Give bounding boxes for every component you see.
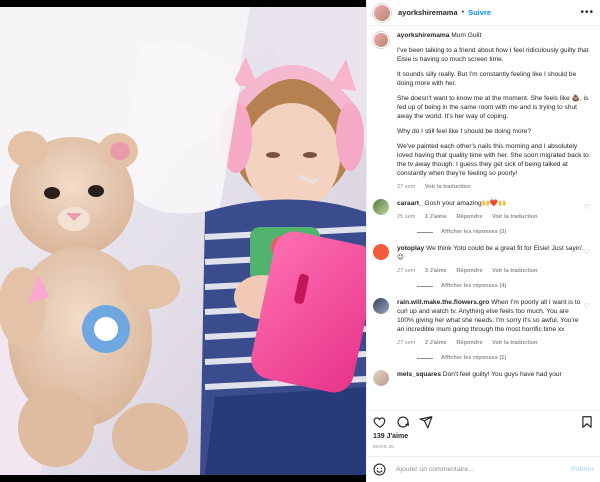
comment-likes[interactable]: 2 J'aime: [425, 340, 447, 346]
reply-button[interactable]: Répondre: [456, 214, 482, 220]
post-header: ayorkshiremama • Suivre •••: [367, 0, 600, 26]
replies-line: [417, 357, 433, 359]
comment-time: 25 sem: [397, 214, 416, 220]
comment-text-block: mels_squares Don't feel guilty! You guys…: [397, 370, 585, 379]
view-replies-label: Afficher les réponses (1): [441, 355, 507, 361]
comment-item: caraart_ Gosh your amazing🙌❤️🙌 25 sem 1 …: [373, 199, 594, 220]
comment-heart-icon[interactable]: ♡: [584, 302, 590, 310]
comment-text: Don't feel guilty! You guys have had you…: [442, 371, 562, 378]
caption-avatar[interactable]: [373, 32, 389, 48]
caption-paragraph: It sounds silly really. But I'm constant…: [397, 71, 577, 87]
commenter-avatar[interactable]: [373, 199, 389, 215]
commenter-username[interactable]: caraart_: [397, 200, 423, 207]
replies-line: [417, 285, 433, 287]
comment-icon[interactable]: [396, 415, 410, 429]
bookmark-icon[interactable]: [580, 415, 594, 429]
reply-button[interactable]: Répondre: [456, 268, 482, 274]
share-icon[interactable]: [419, 415, 433, 429]
comment-text-block: caraart_ Gosh your amazing🙌❤️🙌: [397, 199, 585, 208]
comment-meta: 27 sem 3 J'aime Répondre Voir la traduct…: [397, 268, 585, 274]
see-translation-link[interactable]: Voir la traduction: [492, 214, 538, 220]
author-avatar[interactable]: [373, 3, 391, 22]
comment-item: rain.will.make.the.flowers.gro When I'm …: [373, 298, 594, 346]
more-options-icon[interactable]: •••: [580, 7, 594, 18]
caption-paragraph: I've been talking to a friend about how …: [397, 47, 589, 63]
photo-illustration: [0, 7, 366, 475]
comment-meta: 25 sem 1 J'aime Répondre Voir la traduct…: [397, 214, 585, 220]
commenter-username[interactable]: rain.will.make.the.flowers.gro: [397, 299, 489, 306]
caption-time: 27 sem: [397, 184, 416, 190]
comment-text: Gosh your amazing🙌❤️🙌: [424, 200, 507, 207]
instagram-post-window: ayorkshiremama • Suivre ••• ayorkshirema…: [0, 0, 600, 482]
emoji-icon[interactable]: [373, 463, 386, 476]
caption-block: ayorkshiremama Mum Guilt I've been talki…: [373, 32, 594, 190]
post-actions-bar: [367, 410, 600, 432]
caption-header: ayorkshiremama Mum Guilt: [397, 32, 594, 40]
commenter-avatar[interactable]: [373, 244, 389, 260]
comment-time: 27 sem: [397, 340, 416, 346]
heart-icon[interactable]: [373, 415, 387, 429]
caption-paragraph: We've painted each other's nails this mo…: [397, 143, 589, 177]
commenter-username[interactable]: yotoplay: [397, 245, 424, 252]
view-replies-button[interactable]: Afficher les réponses (1): [417, 355, 594, 361]
caption-username[interactable]: ayorkshiremama: [397, 32, 449, 39]
caption-title: Mum Guilt: [451, 32, 482, 39]
commenter-avatar[interactable]: [373, 370, 389, 386]
see-translation-link[interactable]: Voir la traduction: [425, 184, 471, 190]
comment-time: 27 sem: [397, 268, 416, 274]
comment-text-block: yotoplay We think Yoto could be a great …: [397, 244, 585, 262]
comment-likes[interactable]: 3 J'aime: [425, 268, 447, 274]
author-username[interactable]: ayorkshiremama: [398, 8, 458, 17]
comment-heart-icon[interactable]: ♡: [584, 203, 590, 211]
reply-button[interactable]: Répondre: [456, 340, 482, 346]
view-replies-label: Afficher les réponses (3): [441, 229, 507, 235]
comment-heart-icon[interactable]: ♡: [584, 248, 590, 256]
comments-scroll-area[interactable]: ayorkshiremama Mum Guilt I've been talki…: [367, 26, 600, 410]
replies-line: [417, 231, 433, 233]
see-translation-link[interactable]: Voir la traduction: [492, 268, 538, 274]
comment-text-block: rain.will.make.the.flowers.gro When I'm …: [397, 298, 585, 334]
publish-button[interactable]: Publier: [571, 466, 594, 473]
separator-dot: •: [461, 9, 465, 16]
post-side-panel: ayorkshiremama • Suivre ••• ayorkshirema…: [366, 0, 600, 482]
likes-count[interactable]: 139 J'aime: [367, 432, 600, 442]
caption-meta: 27 sem Voir la traduction: [397, 184, 594, 190]
comment-item: yotoplay We think Yoto could be a great …: [373, 244, 594, 274]
view-replies-label: Afficher les réponses (4): [441, 283, 507, 289]
comment-input[interactable]: Ajouter un commentaire...: [396, 466, 571, 473]
post-date: MARS 30: [373, 444, 395, 449]
caption-paragraph: She doesn't want to know me at the momen…: [397, 95, 589, 120]
caption-paragraph: Why do I still feel like I should be doi…: [397, 128, 532, 135]
see-translation-link[interactable]: Voir la traduction: [492, 340, 538, 346]
view-replies-button[interactable]: Afficher les réponses (3): [417, 229, 594, 235]
post-photo[interactable]: [0, 7, 366, 475]
top-letterbox: [0, 0, 366, 7]
commenter-username[interactable]: mels_squares: [397, 371, 441, 378]
comment-item: mels_squares Don't feel guilty! You guys…: [373, 370, 594, 386]
follow-button[interactable]: Suivre: [468, 8, 491, 17]
view-replies-button[interactable]: Afficher les réponses (4): [417, 283, 594, 289]
bottom-letterbox: [0, 475, 366, 482]
comment-likes[interactable]: 1 J'aime: [425, 214, 447, 220]
commenter-avatar[interactable]: [373, 298, 389, 314]
comment-meta: 27 sem 2 J'aime Répondre Voir la traduct…: [397, 340, 585, 346]
comment-text: We think Yoto could be a great fit for E…: [397, 245, 584, 261]
add-comment-bar: Ajouter un commentaire... Publier: [367, 456, 600, 482]
